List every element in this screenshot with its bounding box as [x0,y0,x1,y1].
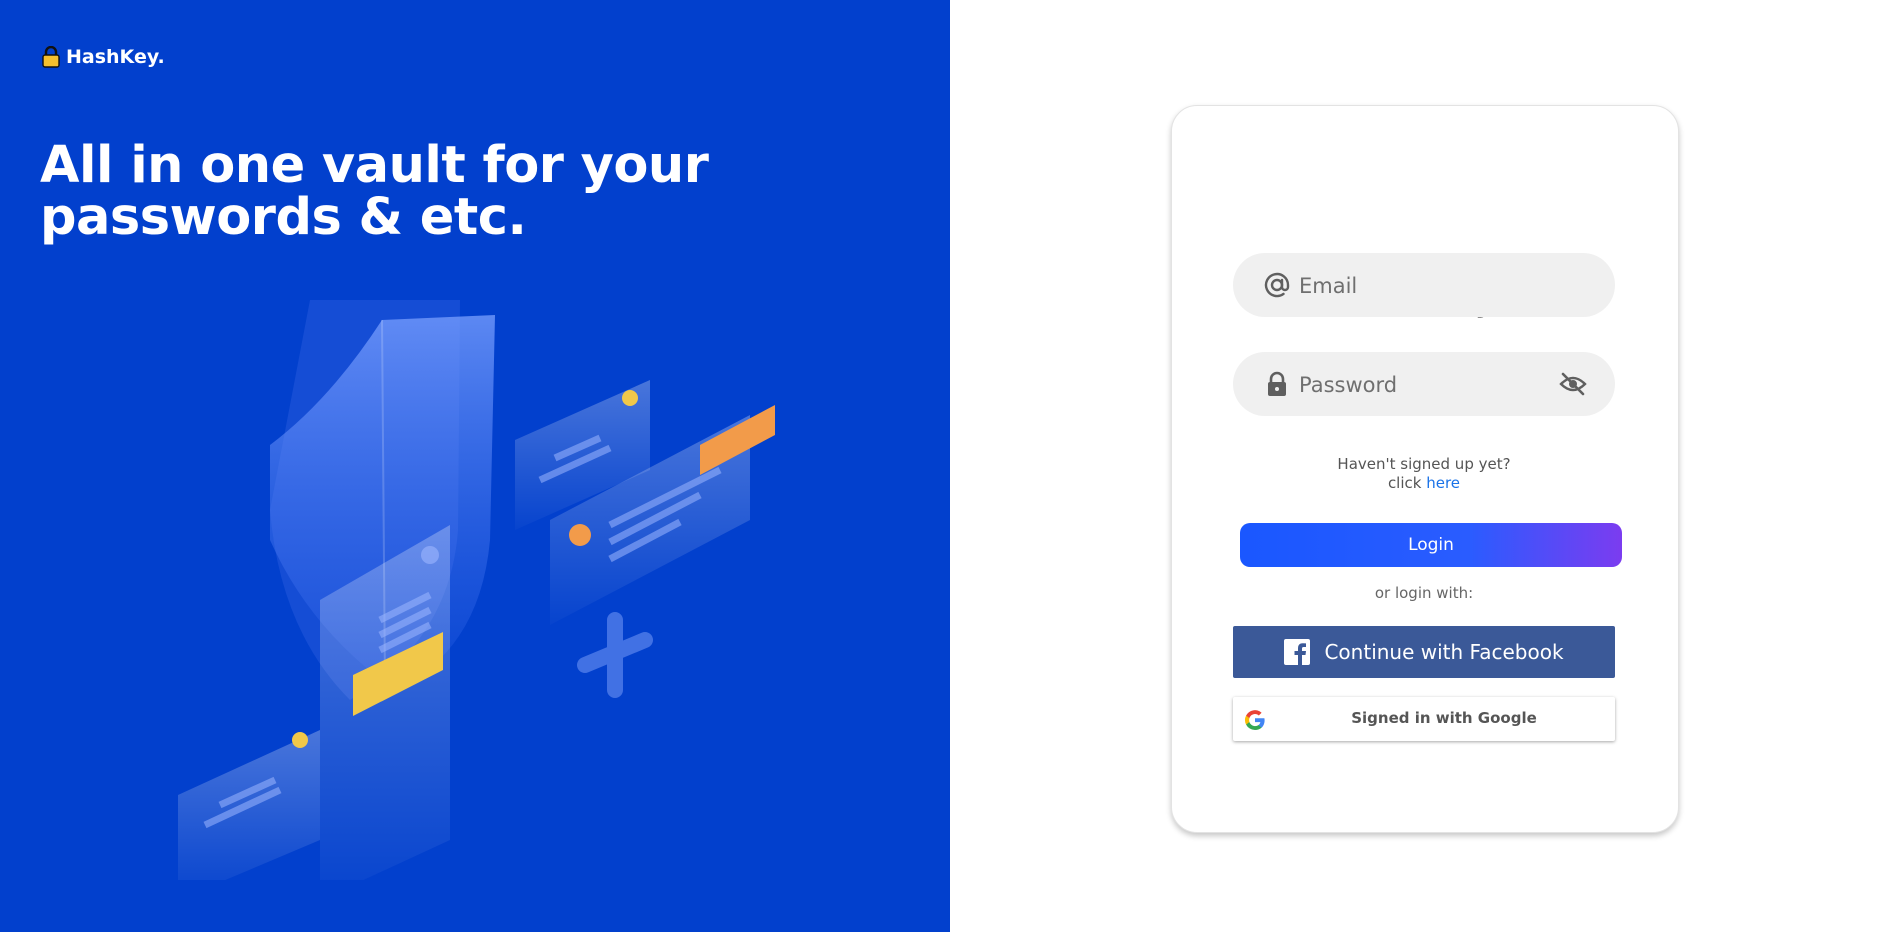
facebook-icon [1284,639,1311,665]
signup-prompt: Haven't signed up yet? click here [1233,455,1615,493]
or-login-with-text: or login with: [1374,584,1474,602]
google-login-button[interactable]: Signed in with Google [1233,697,1615,741]
email-field[interactable] [1233,253,1615,317]
facebook-button-label: Continue with Facebook [1324,640,1564,664]
signup-click-text: click [1387,474,1422,492]
left-panel: HashKey. All in one vault for your passw… [0,0,950,932]
lock-logo-icon [42,46,60,68]
eye-off-icon[interactable] [1559,370,1587,398]
signup-question: Haven't signed up yet? [1337,455,1511,473]
login-button[interactable]: Login [1240,523,1622,567]
password-input[interactable] [1297,362,1551,408]
brand-name: HashKey. [66,46,165,68]
facebook-login-button[interactable]: Continue with Facebook [1233,626,1615,678]
hero-headline: All in one vault for your passwords & et… [40,136,709,247]
email-input[interactable] [1297,263,1551,309]
lock-icon [1268,371,1286,396]
google-button-label: Signed in with Google [1351,709,1537,727]
signup-here-link[interactable]: here [1426,474,1460,492]
security-illustration [178,300,775,880]
password-field[interactable] [1233,352,1615,416]
brand-logo[interactable]: HashKey. [42,46,165,68]
at-sign-icon [1264,272,1290,298]
